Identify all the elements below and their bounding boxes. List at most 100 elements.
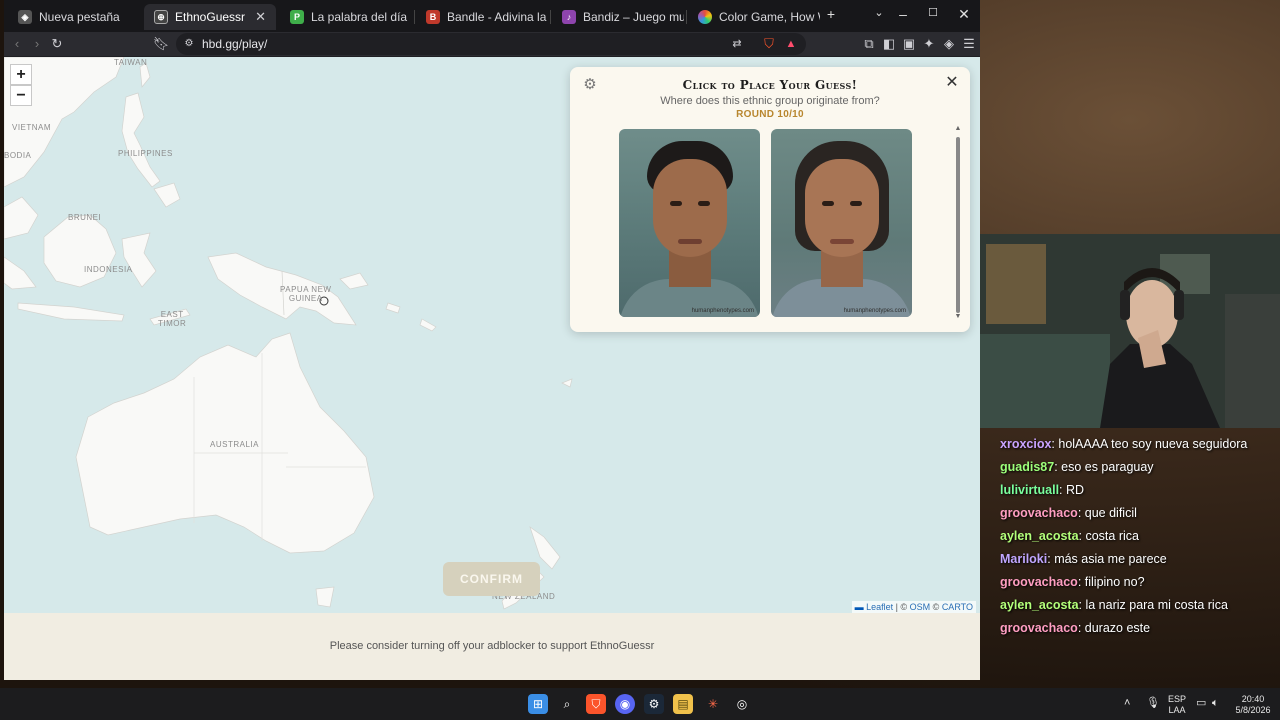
extensions-icon[interactable]: ⧉ [860, 35, 878, 53]
map-label-vietnam: VIETNAM [12, 123, 52, 132]
tray-overflow-chevron-icon[interactable]: ˄ [1124, 698, 1130, 709]
translate-icon[interactable]: ⇄ [728, 35, 746, 53]
address-bar[interactable]: ⚙ hbd.gg/play/ ⇄ ⛉ ▲ [176, 33, 806, 55]
microphone-icon[interactable]: 🎙︎ [1146, 698, 1160, 709]
search-icon[interactable]: ⌕ [557, 694, 577, 714]
chat-text: : filipino no? [1077, 575, 1145, 589]
chat-text: : eso es paraguay [1054, 460, 1154, 474]
site-settings-icon[interactable]: ⚙ [180, 35, 198, 53]
tab-title: Color Game, How Well Can Y [719, 10, 820, 24]
volume-icon[interactable]: 🔈︎ [1212, 698, 1219, 709]
chat-text: : la nariz para mi costa rica [1078, 598, 1228, 612]
tab-bandle[interactable]: B Bandle - Adivina la canción, u [416, 4, 548, 30]
chat-message: groovachaco: que dificil [1000, 506, 1280, 529]
bookmark-icon[interactable]: 🔖︎ [152, 35, 170, 53]
reload-icon[interactable]: ↻ [48, 35, 66, 53]
carto-link[interactable]: CARTO [942, 602, 973, 612]
chat-text: : durazo este [1077, 621, 1151, 635]
tab-bandiz[interactable]: ♪ Bandiz – Juego musical diari [552, 4, 684, 30]
map-label-taiwan: TAIWAN [114, 58, 148, 67]
tab-color-game[interactable]: Color Game, How Well Can Y [688, 4, 820, 30]
tab-ethnoguessr[interactable]: ⊕ EthnoGuessr ✕ [144, 4, 276, 30]
chat-username[interactable]: guadis87 [1000, 460, 1054, 474]
chat-message: aylen_acosta: costa rica [1000, 529, 1280, 552]
forward-arrow-icon[interactable]: › [28, 35, 46, 53]
shield-icon: ◈ [18, 10, 32, 24]
adblock-message: Please consider turning off your adblock… [329, 640, 655, 652]
close-icon[interactable]: ✕ [944, 75, 960, 91]
page-viewport: TAIWAN VIETNAM BODIA PHILIPPINES BRUNEI … [4, 57, 980, 680]
chat-username[interactable]: Mariloki [1000, 552, 1047, 566]
chat-message: guadis87: eso es paraguay [1000, 460, 1280, 483]
steam-icon[interactable]: ⚙ [644, 694, 664, 714]
minimize-button[interactable]: – [888, 6, 918, 22]
guess-card: ⚙ Click to Place Your Guess! Where does … [570, 67, 970, 332]
tab-title: Nueva pestaña [39, 10, 120, 24]
brave-shield-icon[interactable]: ⛉ [760, 35, 778, 53]
tab-palabra-del-dia[interactable]: P La palabra del día [280, 4, 412, 30]
keyboard-layout: LAA [1168, 705, 1186, 715]
new-tab-button[interactable]: + [816, 6, 846, 22]
photo-watermark: humanphenotypes.com [843, 308, 906, 314]
chat-message: groovachaco: filipino no? [1000, 575, 1280, 598]
card-title: Click to Place Your Guess! [682, 78, 858, 92]
file-explorer-icon[interactable]: ▤ [673, 694, 693, 714]
brave-browser-icon[interactable]: ⛉ [586, 694, 606, 714]
close-window-button[interactable]: ✕ [949, 6, 979, 23]
wallet-icon[interactable]: ▣ [900, 35, 918, 53]
ukraine-flag-icon: ▬ [854, 602, 864, 612]
leo-ai-icon[interactable]: ✦ [920, 35, 938, 53]
obs-icon[interactable]: ◎ [732, 694, 752, 714]
tab-title: Bandle - Adivina la canción, u [447, 10, 548, 24]
chat-text: : más asia me parece [1047, 552, 1167, 566]
streamer-webcam [980, 234, 1280, 428]
back-arrow-icon[interactable]: ‹ [8, 35, 26, 53]
chat-username[interactable]: groovachaco [1000, 506, 1078, 520]
chat-username[interactable]: xroxciox [1000, 437, 1051, 451]
browser-toolbar: ‹ › ↻ 🔖︎ ⚙ hbd.gg/play/ ⇄ ⛉ ▲ ⧉ ◧ ▣ ✦ ◈ … [4, 32, 980, 56]
tab-title: EthnoGuessr [175, 10, 246, 24]
tab-nueva-pestana[interactable]: ◈ Nueva pestaña [8, 4, 140, 30]
leaflet-link[interactable]: Leaflet [866, 602, 893, 612]
clock[interactable]: 20:40 5/8/2026 [1230, 694, 1276, 716]
chat-text: : costa rica [1078, 529, 1139, 543]
card-subtitle: Where does this ethnic group originate f… [660, 95, 880, 107]
menu-icon[interactable]: ☰ [960, 35, 978, 53]
vpn-shield-icon[interactable]: ◈ [940, 35, 958, 53]
map-attribution: ▬ Leaflet | © OSM © CARTO [851, 601, 976, 613]
network-icon[interactable]: ▭ [1196, 698, 1206, 709]
scroll-down-arrow-icon[interactable]: ▼ [954, 313, 962, 321]
clock-date: 5/8/2026 [1235, 705, 1271, 715]
color-wheel-icon [698, 10, 712, 24]
scroll-up-arrow-icon[interactable]: ▲ [954, 125, 962, 133]
browser-window: ◈ Nueva pestaña ⊕ EthnoGuessr ✕ P La pal… [4, 0, 980, 680]
attribution-separator: | © [893, 602, 910, 612]
zoom-in-button[interactable]: + [10, 64, 32, 85]
brave-rewards-icon[interactable]: ▲ [782, 35, 800, 53]
map-label-brunei: BRUNEI [68, 213, 102, 222]
map-label-indonesia: INDONESIA [84, 265, 133, 274]
map-label-papua-new-guinea: PAPUA NEW GUINEA [280, 285, 332, 303]
male-face-photo[interactable]: humanphenotypes.com [619, 129, 760, 317]
zoom-out-button[interactable]: − [10, 85, 32, 106]
female-face-photo[interactable]: humanphenotypes.com [771, 129, 912, 317]
chat-username[interactable]: lulivirtuall [1000, 483, 1059, 497]
sidebar-icon[interactable]: ◧ [880, 35, 898, 53]
close-tab-icon[interactable]: ✕ [255, 9, 266, 25]
chat-username[interactable]: groovachaco [1000, 575, 1078, 589]
chat-username[interactable]: aylen_acosta [1000, 598, 1079, 612]
chat-username[interactable]: groovachaco [1000, 621, 1078, 635]
scrollbar-thumb[interactable] [956, 137, 960, 313]
windows-start-icon[interactable]: ⊞ [528, 694, 548, 714]
osm-link[interactable]: OSM [910, 602, 931, 612]
bandiz-icon: ♪ [562, 10, 576, 24]
input-language-indicator[interactable]: ESP LAA [1166, 694, 1188, 716]
maximize-button[interactable]: ☐ [918, 6, 948, 19]
chat-username[interactable]: aylen_acosta [1000, 529, 1079, 543]
map-label-east-timor: EAST TIMOR [158, 310, 187, 328]
p-logo-icon: P [290, 10, 304, 24]
chat-text: : RD [1059, 483, 1085, 497]
confirm-button[interactable]: CONFIRM [443, 562, 540, 596]
discord-icon[interactable]: ◉ [615, 694, 635, 714]
sparkle-app-icon[interactable]: ✳ [703, 694, 723, 714]
